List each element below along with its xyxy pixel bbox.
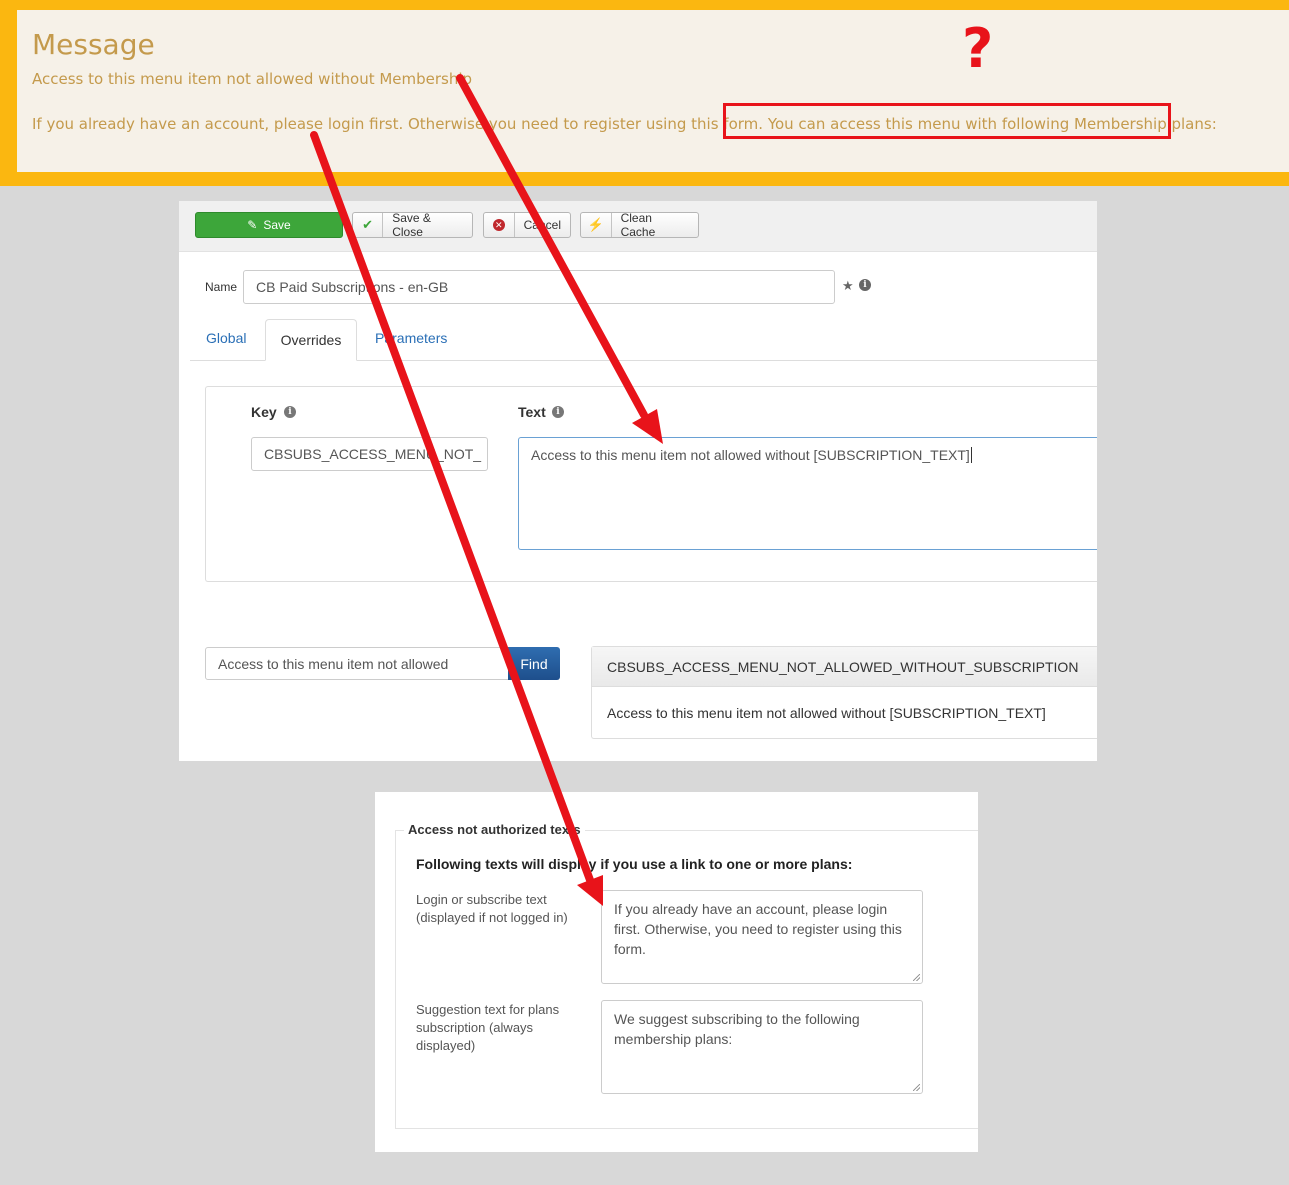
text-cursor	[970, 447, 972, 463]
save-close-label: Save & Close	[392, 211, 431, 239]
key-label: Key	[251, 404, 277, 420]
cancel-label: Cancel	[523, 218, 561, 232]
search-result-text: Access to this menu item not allowed wit…	[607, 705, 1046, 721]
message-line-2-text: If you already have an account, please l…	[32, 115, 764, 133]
save-label: Save	[263, 218, 291, 232]
suggestion-text-value: We suggest subscribing to the following …	[614, 1011, 860, 1047]
resize-grip-icon[interactable]	[913, 974, 920, 981]
key-input[interactable]: CBSUBS_ACCESS_MENU_NOT_	[251, 437, 488, 471]
login-text-value: If you already have an account, please l…	[614, 901, 902, 957]
message-panel	[17, 10, 1289, 172]
fieldset-legend: Access not authorized texts	[404, 822, 585, 837]
fieldset-subheading: Following texts will display if you use …	[416, 856, 853, 872]
message-title: Message	[32, 28, 155, 61]
edit-icon: ✎	[247, 218, 258, 232]
search-result-key[interactable]: CBSUBS_ACCESS_MENU_NOT_ALLOWED_WITHOUT_S…	[592, 647, 1097, 687]
suggestion-text-label: Suggestion text for plans subscription (…	[416, 1002, 560, 1053]
info-icon[interactable]: i	[552, 406, 564, 418]
find-button[interactable]: Find	[508, 647, 560, 680]
login-text-label: Login or subscribe text (displayed if no…	[416, 892, 568, 925]
text-label: Text	[518, 404, 546, 420]
cancel-icon: ✕	[484, 213, 515, 237]
cancel-button[interactable]: ✕ Cancel	[483, 212, 571, 238]
annotation-question-mark: ?	[962, 17, 994, 80]
clean-cache-label: Clean Cache	[620, 211, 656, 239]
text-textarea-value: Access to this menu item not allowed wit…	[531, 447, 970, 463]
star-icon[interactable]: ★	[842, 278, 854, 294]
name-label: Name	[205, 280, 238, 294]
search-input[interactable]: Access to this menu item not allowed	[205, 647, 509, 680]
login-text-textarea[interactable]: If you already have an account, please l…	[601, 890, 923, 984]
tab-parameters[interactable]: Parameters	[375, 330, 447, 346]
flash-icon: ⚡	[581, 213, 612, 237]
clean-cache-button[interactable]: ⚡ Clean Cache	[580, 211, 699, 239]
tab-overrides[interactable]: Overrides	[265, 319, 357, 361]
name-input[interactable]: CB Paid Subscriptions - en-GB	[243, 270, 835, 304]
resize-grip-icon[interactable]	[913, 1084, 920, 1091]
suggestion-text-textarea[interactable]: We suggest subscribing to the following …	[601, 1000, 923, 1094]
check-icon: ✔	[353, 213, 384, 237]
save-close-button[interactable]: ✔ Save & Close	[352, 211, 473, 239]
tab-global[interactable]: Global	[206, 330, 246, 346]
info-icon[interactable]: i	[859, 279, 871, 291]
save-button[interactable]: ✎ Save	[195, 212, 343, 238]
info-icon[interactable]: i	[284, 406, 296, 418]
message-line-1: Access to this menu item not allowed wit…	[32, 70, 473, 88]
text-textarea[interactable]: Access to this menu item not allowed wit…	[518, 437, 1097, 550]
annotation-highlight-box	[723, 103, 1171, 139]
